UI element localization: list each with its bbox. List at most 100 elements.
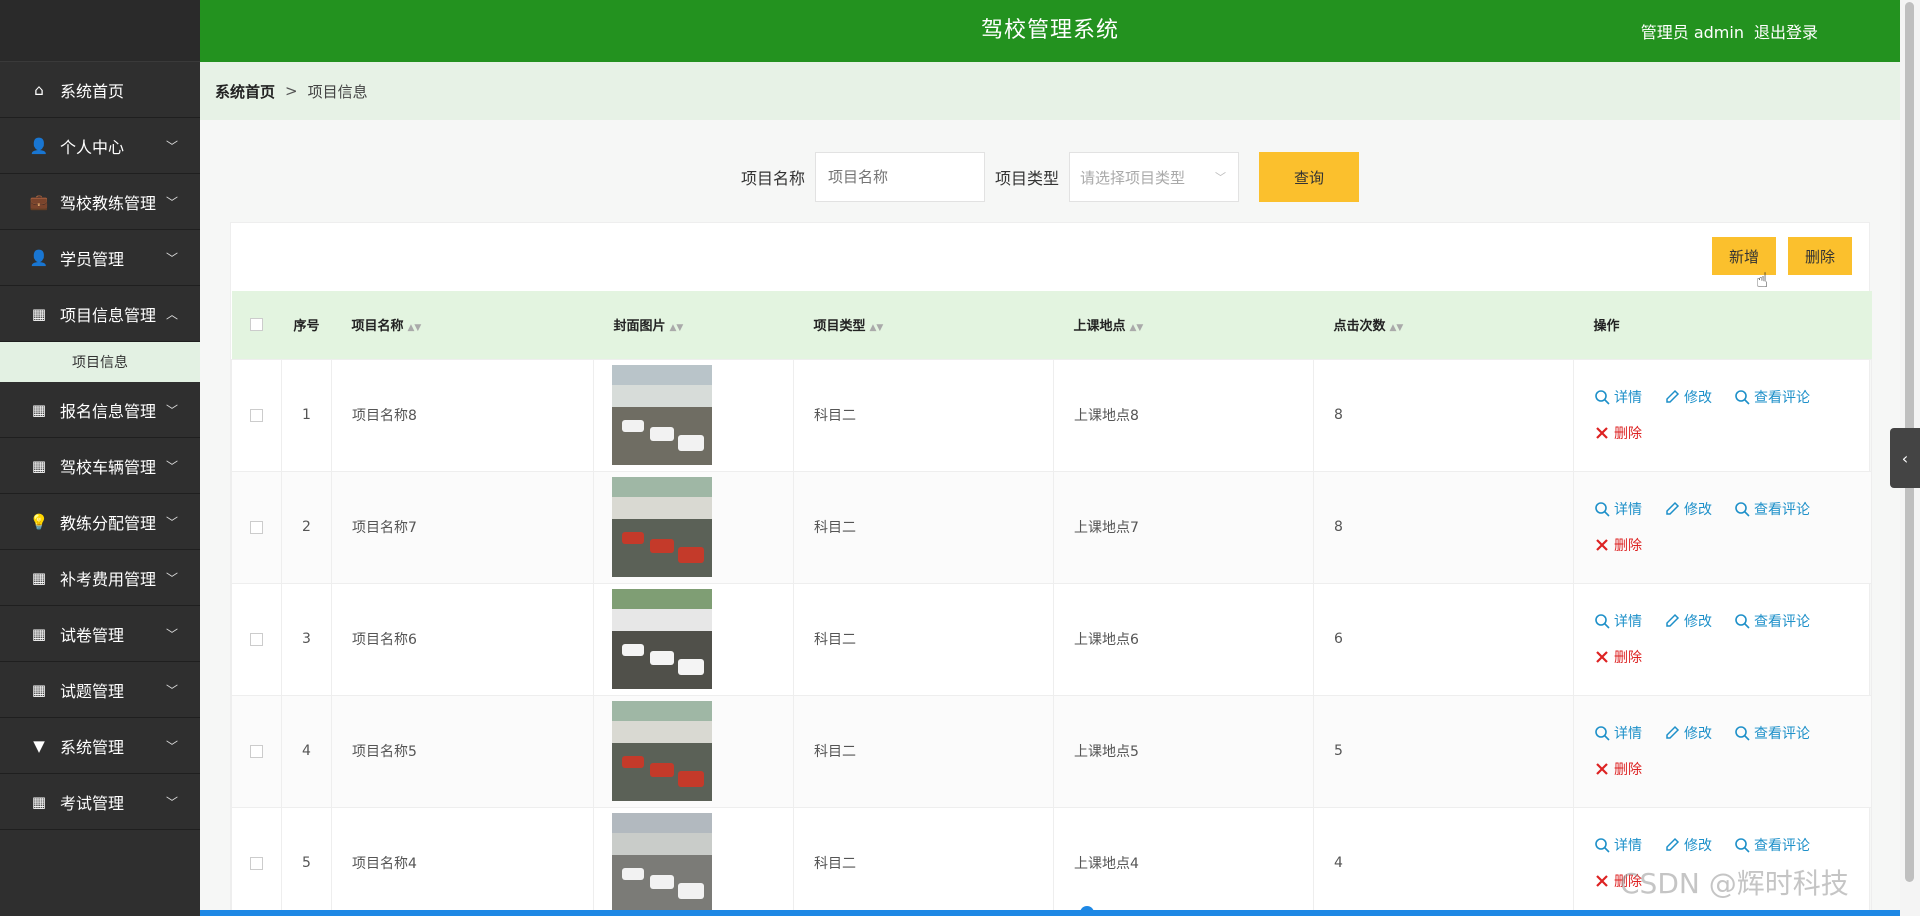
col-location[interactable]: 上课地点 ▲▼ bbox=[1054, 291, 1314, 359]
sidebar-item-3[interactable]: 👤 学员管理 ﹀ bbox=[0, 230, 200, 286]
edit-link[interactable]: 修改 bbox=[1664, 387, 1712, 407]
row-checkbox[interactable] bbox=[250, 632, 263, 646]
cover-image[interactable] bbox=[612, 477, 712, 577]
sidebar-item-10[interactable]: ▦ 试题管理 ﹀ bbox=[0, 662, 200, 718]
query-button[interactable]: 查询 bbox=[1259, 152, 1360, 202]
close-icon bbox=[1596, 651, 1608, 663]
detail-link[interactable]: 详情 bbox=[1594, 835, 1642, 855]
row-checkbox[interactable] bbox=[250, 856, 263, 870]
submenu-item-project-info[interactable]: 项目信息 bbox=[0, 342, 200, 382]
sidebar-item-7[interactable]: 💡 教练分配管理 ﹀ bbox=[0, 494, 200, 550]
sort-icon[interactable]: ▲▼ bbox=[408, 323, 422, 333]
breadcrumb-home[interactable]: 系统首页 bbox=[215, 81, 275, 102]
hand-cursor-icon: ☝ bbox=[1756, 268, 1769, 292]
col-clicks[interactable]: 点击次数 ▲▼ bbox=[1314, 291, 1574, 359]
chevron-icon: ﹀ bbox=[165, 683, 178, 697]
view-comments-link[interactable]: 查看评论 bbox=[1734, 387, 1810, 407]
view-comments-link[interactable]: 查看评论 bbox=[1734, 611, 1810, 631]
edit-icon bbox=[1666, 389, 1680, 403]
cover-image[interactable] bbox=[612, 701, 712, 801]
detail-link[interactable]: 详情 bbox=[1594, 611, 1642, 631]
horizontal-scrollbar[interactable] bbox=[200, 910, 1900, 916]
sidebar-item-5[interactable]: ▦ 报名信息管理 ﹀ bbox=[0, 382, 200, 438]
view-comments-link[interactable]: 查看评论 bbox=[1734, 723, 1810, 743]
sidebar-item-label: 项目信息管理 bbox=[60, 305, 157, 325]
view-comments-link[interactable]: 查看评论 bbox=[1734, 835, 1810, 855]
row-clicks: 5 bbox=[1313, 694, 1574, 808]
user-icon: 👤 bbox=[29, 248, 49, 267]
chevron-icon: ﹀ bbox=[165, 627, 178, 641]
grid-icon: ▦ bbox=[31, 400, 47, 419]
project-type-label: 项目类型 bbox=[995, 169, 1060, 188]
view-comments-link[interactable]: 查看评论 bbox=[1734, 499, 1810, 519]
row-type: 科目二 bbox=[793, 582, 1054, 696]
project-name-input[interactable] bbox=[815, 152, 985, 202]
col-type[interactable]: 项目类型 ▲▼ bbox=[794, 291, 1054, 359]
sidebar-item-11[interactable]: ▼ 系统管理 ﹀ bbox=[0, 718, 200, 774]
grid-icon: ▦ bbox=[31, 304, 47, 323]
row-actions: 详情 修改 查看评论删除 bbox=[1573, 358, 1872, 472]
delete-link[interactable]: 删除 bbox=[1594, 647, 1642, 667]
sort-icon[interactable]: ▲▼ bbox=[1130, 323, 1144, 333]
grid-icon: ▦ bbox=[31, 456, 47, 475]
sort-icon[interactable]: ▲▼ bbox=[1390, 323, 1404, 333]
sidebar-item-4[interactable]: ▦ 项目信息管理 ︿ bbox=[0, 286, 200, 342]
row-type: 科目二 bbox=[793, 470, 1054, 584]
table-card: 新增 删除 ☝ 序号 项目名称 ▲▼ 封面图片 ▲▼ 项目类型 ▲▼ 上课地点 ▲▼ 点… bbox=[230, 222, 1872, 916]
row-name: 项目名称4 bbox=[331, 806, 594, 916]
edit-link[interactable]: 修改 bbox=[1664, 723, 1712, 743]
grid-icon: ▦ bbox=[31, 624, 47, 643]
chevron-icon: ﹀ bbox=[165, 739, 178, 753]
sidebar-item-1[interactable]: 👤 个人中心 ﹀ bbox=[0, 118, 200, 174]
row-name: 项目名称7 bbox=[331, 470, 594, 584]
delete-button[interactable]: 删除 bbox=[1788, 237, 1852, 275]
cover-image[interactable] bbox=[612, 589, 712, 689]
select-all-checkbox[interactable] bbox=[250, 318, 263, 332]
edit-link[interactable]: 修改 bbox=[1664, 835, 1712, 855]
detail-link[interactable]: 详情 bbox=[1594, 387, 1642, 407]
delete-link[interactable]: 删除 bbox=[1594, 759, 1642, 779]
cover-image[interactable] bbox=[612, 813, 712, 913]
logout-link[interactable]: 退出登录 bbox=[1754, 19, 1818, 43]
close-icon bbox=[1596, 427, 1608, 439]
detail-link[interactable]: 详情 bbox=[1594, 499, 1642, 519]
row-checkbox[interactable] bbox=[250, 744, 263, 758]
sidebar-item-12[interactable]: ▦ 考试管理 ﹀ bbox=[0, 774, 200, 830]
project-type-select[interactable]: 请选择项目类型 ﹀ bbox=[1069, 152, 1240, 202]
collapse-panel-button[interactable]: ‹ bbox=[1890, 428, 1920, 488]
watermark: CSDN @辉时科技 bbox=[1620, 867, 1849, 900]
sort-icon[interactable]: ▲▼ bbox=[870, 323, 884, 333]
sidebar-item-9[interactable]: ▦ 试卷管理 ﹀ bbox=[0, 606, 200, 662]
edit-icon bbox=[1666, 613, 1680, 627]
chevron-icon: ︿ bbox=[165, 307, 178, 321]
row-name: 项目名称6 bbox=[331, 582, 594, 696]
col-image[interactable]: 封面图片 ▲▼ bbox=[594, 291, 794, 359]
grid-icon: ▦ bbox=[31, 792, 47, 811]
row-actions: 详情 修改 查看评论删除 bbox=[1573, 470, 1872, 584]
table-toolbar: 新增 删除 ☝ bbox=[231, 223, 1869, 292]
row-actions: 详情 修改 查看评论删除 bbox=[1573, 694, 1872, 808]
edit-link[interactable]: 修改 bbox=[1664, 499, 1712, 519]
row-checkbox[interactable] bbox=[250, 408, 263, 422]
scrollbar-handle[interactable] bbox=[1080, 906, 1094, 916]
col-location-label: 上课地点 bbox=[1073, 319, 1126, 335]
table-header-row: 序号 项目名称 ▲▼ 封面图片 ▲▼ 项目类型 ▲▼ 上课地点 ▲▼ 点击次数 ▲▼ 操作 bbox=[231, 291, 1872, 359]
sort-icon[interactable]: ▲▼ bbox=[670, 323, 684, 333]
col-name[interactable]: 项目名称 ▲▼ bbox=[332, 291, 594, 359]
sidebar-item-label: 考试管理 bbox=[60, 793, 125, 813]
row-checkbox[interactable] bbox=[250, 520, 263, 534]
sidebar-item-8[interactable]: ▦ 补考费用管理 ﹀ bbox=[0, 550, 200, 606]
project-table: 序号 项目名称 ▲▼ 封面图片 ▲▼ 项目类型 ▲▼ 上课地点 ▲▼ 点击次数 ▲▼ 操作… bbox=[231, 291, 1872, 916]
delete-link[interactable]: 删除 bbox=[1594, 535, 1642, 555]
sidebar-item-0[interactable]: ⌂ 系统首页 bbox=[0, 62, 200, 118]
detail-link[interactable]: 详情 bbox=[1594, 723, 1642, 743]
cover-image[interactable] bbox=[612, 365, 712, 465]
sidebar-item-6[interactable]: ▦ 驾校车辆管理 ﹀ bbox=[0, 438, 200, 494]
edit-link[interactable]: 修改 bbox=[1664, 611, 1712, 631]
delete-link[interactable]: 删除 bbox=[1594, 423, 1642, 443]
row-index: 2 bbox=[281, 470, 332, 584]
home-icon: ⌂ bbox=[34, 80, 44, 99]
sidebar-item-2[interactable]: 💼 驾校教练管理 ﹀ bbox=[0, 174, 200, 230]
col-clicks-label: 点击次数 bbox=[1333, 319, 1386, 335]
chevron-icon: ﹀ bbox=[165, 515, 178, 529]
